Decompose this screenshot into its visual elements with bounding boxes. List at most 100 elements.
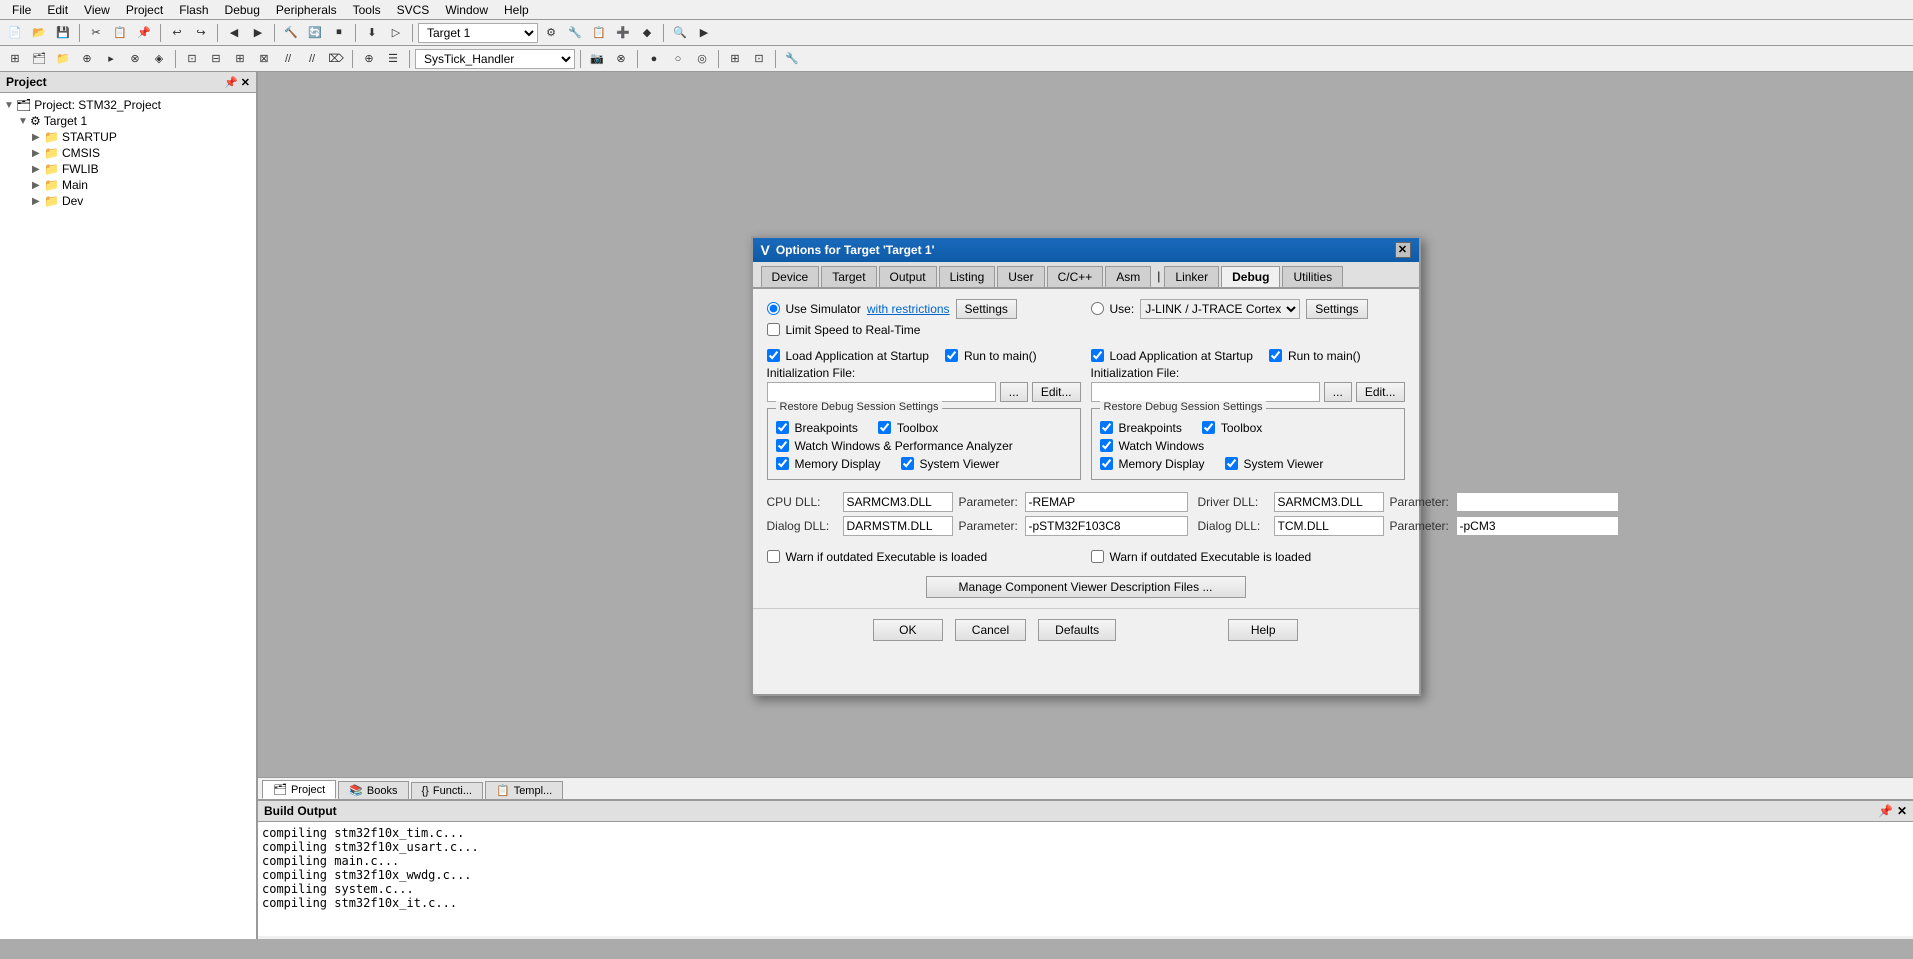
left-init-browse-btn[interactable]: ... bbox=[1000, 382, 1028, 402]
simulator-radio[interactable] bbox=[767, 302, 780, 315]
simulator-settings-btn[interactable]: Settings bbox=[956, 299, 1017, 319]
menu-tools[interactable]: Tools bbox=[345, 1, 389, 19]
inspect-btn[interactable]: 🔍 bbox=[669, 22, 691, 44]
left-toolbox-cb[interactable] bbox=[878, 421, 891, 434]
download-btn[interactable]: ⬇ bbox=[361, 22, 383, 44]
menu-help[interactable]: Help bbox=[496, 1, 537, 19]
dialog-dll-input[interactable] bbox=[843, 516, 953, 536]
copy-btn[interactable]: 📋 bbox=[109, 22, 131, 44]
cpu-param-input[interactable] bbox=[1025, 492, 1188, 512]
panel-pin-icon[interactable]: 📌 bbox=[224, 76, 238, 89]
new-file-btn[interactable]: 📄 bbox=[4, 22, 26, 44]
cut-btn[interactable]: ✂ bbox=[85, 22, 107, 44]
rebuild-btn[interactable]: 🔄 bbox=[304, 22, 326, 44]
tab-books[interactable]: 📚 Books bbox=[338, 781, 408, 799]
t2-btn12[interactable]: // bbox=[277, 48, 299, 70]
defaults-btn[interactable]: Defaults bbox=[1038, 619, 1116, 641]
driver-dll-input[interactable] bbox=[1274, 492, 1384, 512]
t2-btn5[interactable]: ▸ bbox=[100, 48, 122, 70]
tree-target[interactable]: ▼ ⚙ Target 1 bbox=[18, 113, 252, 129]
use-radio[interactable] bbox=[1091, 302, 1104, 315]
manage-btn[interactable]: ⚙ bbox=[540, 22, 562, 44]
left-warn-cb[interactable] bbox=[767, 550, 780, 563]
dialog-close-btn[interactable]: ✕ bbox=[1395, 242, 1411, 258]
right-init-file-input[interactable] bbox=[1091, 382, 1320, 402]
left-mem-cb[interactable] bbox=[776, 457, 789, 470]
t2-btn20[interactable]: ○ bbox=[667, 48, 689, 70]
options-btn[interactable]: 🔧 bbox=[564, 22, 586, 44]
left-watch-cb[interactable] bbox=[776, 439, 789, 452]
t2-btn24[interactable]: 🔧 bbox=[781, 48, 803, 70]
tab-device[interactable]: Device bbox=[761, 266, 820, 287]
manage-component-btn[interactable]: Manage Component Viewer Description File… bbox=[926, 576, 1246, 598]
tree-project-root[interactable]: ▼ 🗂 Project: STM32_Project bbox=[4, 97, 252, 113]
with-restrictions-link[interactable]: with restrictions bbox=[867, 302, 950, 316]
t2-btn6[interactable]: ⊗ bbox=[124, 48, 146, 70]
proj-options-btn[interactable]: 📋 bbox=[588, 22, 610, 44]
t2-btn11[interactable]: ⊠ bbox=[253, 48, 275, 70]
left-load-app-cb[interactable] bbox=[767, 349, 780, 362]
debug-start-btn[interactable]: ▶ bbox=[693, 22, 715, 44]
menu-svcs[interactable]: SVCS bbox=[389, 1, 438, 19]
run-btn[interactable]: ▷ bbox=[385, 22, 407, 44]
cancel-btn[interactable]: Cancel bbox=[955, 619, 1026, 641]
tab-output[interactable]: Output bbox=[879, 266, 937, 287]
left-init-edit-btn[interactable]: Edit... bbox=[1032, 382, 1081, 402]
jlink-dropdown[interactable]: J-LINK / J-TRACE Cortex bbox=[1140, 299, 1300, 319]
add-grp-btn[interactable]: ➕ bbox=[612, 22, 634, 44]
menu-project[interactable]: Project bbox=[118, 1, 171, 19]
undo-btn[interactable]: ↩ bbox=[166, 22, 188, 44]
left-run-main-cb[interactable] bbox=[945, 349, 958, 362]
t2-btn10[interactable]: ⊞ bbox=[229, 48, 251, 70]
right-bp-cb[interactable] bbox=[1100, 421, 1113, 434]
tab-utilities[interactable]: Utilities bbox=[1282, 266, 1343, 287]
menu-edit[interactable]: Edit bbox=[39, 1, 76, 19]
right-run-main-cb[interactable] bbox=[1269, 349, 1282, 362]
paste-btn[interactable]: 📌 bbox=[133, 22, 155, 44]
right-warn-cb[interactable] bbox=[1091, 550, 1104, 563]
left-init-file-input[interactable] bbox=[767, 382, 996, 402]
t2-btn16[interactable]: ☰ bbox=[382, 48, 404, 70]
menu-flash[interactable]: Flash bbox=[171, 1, 216, 19]
nav-fwd-btn[interactable]: ▶ bbox=[247, 22, 269, 44]
right-sysview-cb[interactable] bbox=[1225, 457, 1238, 470]
t2-btn1[interactable]: ⊞ bbox=[4, 48, 26, 70]
tree-main[interactable]: ▶ 📁 Main bbox=[32, 177, 252, 193]
right-watch-cb[interactable] bbox=[1100, 439, 1113, 452]
save-btn[interactable]: 💾 bbox=[52, 22, 74, 44]
t2-btn13[interactable]: // bbox=[301, 48, 323, 70]
t2-btn8[interactable]: ⊡ bbox=[181, 48, 203, 70]
right-mem-cb[interactable] bbox=[1100, 457, 1113, 470]
build-btn[interactable]: 🔨 bbox=[280, 22, 302, 44]
menu-view[interactable]: View bbox=[76, 1, 118, 19]
menu-debug[interactable]: Debug bbox=[217, 1, 268, 19]
add-file-btn[interactable]: ◆ bbox=[636, 22, 658, 44]
tab-listing[interactable]: Listing bbox=[939, 266, 996, 287]
left-bp-cb[interactable] bbox=[776, 421, 789, 434]
t2-btn3[interactable]: 📁 bbox=[52, 48, 74, 70]
menu-window[interactable]: Window bbox=[437, 1, 496, 19]
stop-btn[interactable]: ⏹ bbox=[328, 22, 350, 44]
function-dropdown[interactable]: SysTick_Handler bbox=[415, 49, 575, 69]
tab-functions[interactable]: {} Functi... bbox=[411, 782, 483, 799]
build-panel-close-icon[interactable]: ✕ bbox=[1897, 804, 1907, 818]
jlink-settings-btn[interactable]: Settings bbox=[1306, 299, 1367, 319]
tab-asm[interactable]: Asm bbox=[1105, 266, 1151, 287]
help-btn[interactable]: Help bbox=[1228, 619, 1298, 641]
left-sysview-cb[interactable] bbox=[901, 457, 914, 470]
t2-btn18[interactable]: ⊗ bbox=[610, 48, 632, 70]
tree-startup[interactable]: ▶ 📁 STARTUP bbox=[32, 129, 252, 145]
limit-speed-checkbox[interactable] bbox=[767, 323, 780, 336]
t2-btn4[interactable]: ⊕ bbox=[76, 48, 98, 70]
tab-project[interactable]: 🗂 Project bbox=[262, 780, 336, 799]
t2-btn2[interactable]: 🗂 bbox=[28, 48, 50, 70]
tab-target[interactable]: Target bbox=[821, 266, 876, 287]
dialog-param-input[interactable] bbox=[1025, 516, 1188, 536]
t2-btn23[interactable]: ⊡ bbox=[748, 48, 770, 70]
tree-cmsis[interactable]: ▶ 📁 CMSIS bbox=[32, 145, 252, 161]
t2-btn21[interactable]: ◎ bbox=[691, 48, 713, 70]
right-init-edit-btn[interactable]: Edit... bbox=[1356, 382, 1405, 402]
driver-param-input[interactable] bbox=[1456, 492, 1619, 512]
t2-btn22[interactable]: ⊞ bbox=[724, 48, 746, 70]
tab-cpp[interactable]: C/C++ bbox=[1047, 266, 1104, 287]
